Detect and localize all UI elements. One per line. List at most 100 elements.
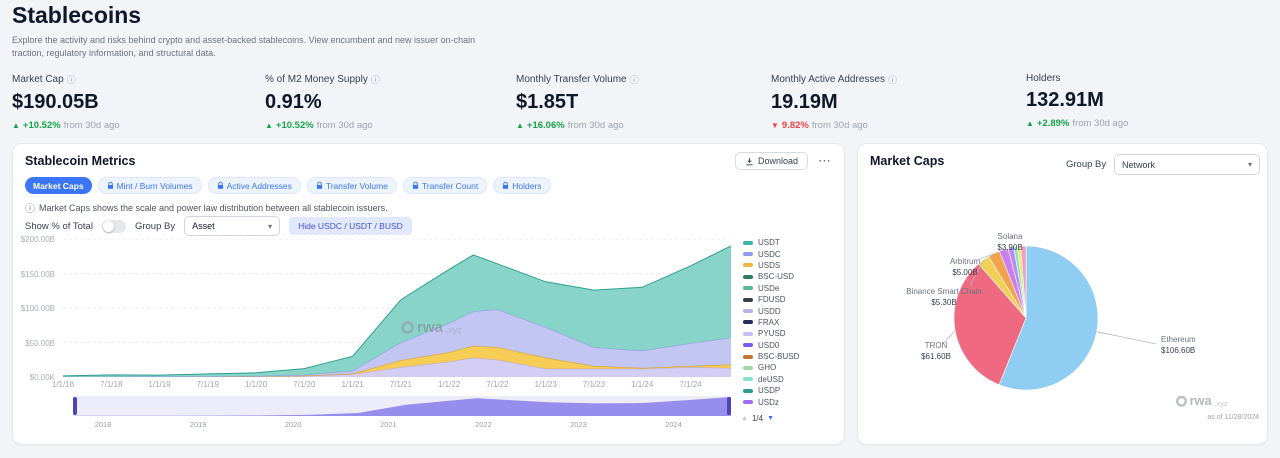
info-icon[interactable]: ⓘ xyxy=(630,73,639,86)
legend-item-usdp[interactable]: USDP xyxy=(743,385,799,396)
delta-suffix: from 30d ago xyxy=(63,120,120,131)
legend-item-bsc-usd[interactable]: BSC-USD xyxy=(743,271,799,282)
legend-color-swatch xyxy=(743,343,753,348)
legend-page-up-icon[interactable]: ▲ xyxy=(741,415,748,422)
stat-delta: ▲ +2.89% from 30d ago xyxy=(1026,118,1268,129)
delta-arrow-icon: ▲ xyxy=(1026,119,1034,128)
legend-item-usd0[interactable]: USD0 xyxy=(743,340,799,351)
legend-color-swatch xyxy=(743,354,753,359)
stat-label: Holders xyxy=(1026,73,1061,84)
legend-item-usdc[interactable]: USDC xyxy=(743,248,799,259)
more-options-button[interactable]: ⋯ xyxy=(818,153,832,169)
lock-icon xyxy=(316,181,322,189)
tab-mint-burn-volumes[interactable]: Mint / Burn Volumes xyxy=(97,177,202,194)
tab-active-addresses[interactable]: Active Addresses xyxy=(207,177,301,194)
stat-label: Monthly Active Addresses xyxy=(771,74,885,85)
pie-value-label: $61.60B xyxy=(921,352,951,361)
lock-icon xyxy=(412,181,418,189)
legend-label: USDT xyxy=(758,238,780,248)
toggle-knob xyxy=(102,220,114,232)
legend-item-usde[interactable]: USDe xyxy=(743,283,799,294)
legend-pager: ▲ 1/4 ▼ xyxy=(741,414,774,423)
show-pct-toggle[interactable] xyxy=(101,219,126,233)
legend-color-swatch xyxy=(743,331,753,336)
lock-icon xyxy=(503,181,509,189)
legend-item-usdz[interactable]: USDz xyxy=(743,396,799,407)
x-tick-label: 7/1/20 xyxy=(293,380,316,389)
legend-item-gho[interactable]: GHO xyxy=(743,362,799,373)
legend-item-frax[interactable]: FRAX xyxy=(743,317,799,328)
pie-label: Ethereum xyxy=(1161,335,1196,344)
x-tick-label: 7/1/19 xyxy=(196,380,219,389)
page-subtitle-line1: Explore the activity and risks behind cr… xyxy=(12,35,476,45)
legend-label: USDC xyxy=(758,249,781,259)
brush-year-label: 2022 xyxy=(475,420,492,429)
y-tick-label: $150.00B xyxy=(20,269,55,279)
delta-arrow-icon: ▲ xyxy=(265,121,273,130)
tab-holders[interactable]: Holders xyxy=(493,177,551,194)
tab-transfer-count[interactable]: Transfer Count xyxy=(402,177,488,194)
legend-item-usdd[interactable]: USDD xyxy=(743,305,799,316)
tab-transfer-volume[interactable]: Transfer Volume xyxy=(306,177,397,194)
legend-color-swatch xyxy=(743,252,753,257)
legend-item-fdusd[interactable]: FDUSD xyxy=(743,294,799,305)
brush-year-labels: 2018 2019 2020 2021 2022 2023 2024 xyxy=(73,420,731,430)
brush-handle-left xyxy=(73,397,77,415)
x-tick-label: 1/1/23 xyxy=(534,380,557,389)
show-pct-label: Show % of Total xyxy=(25,220,93,232)
hide-usdc-usdt-busd-button[interactable]: Hide USDC / USDT / BUSD xyxy=(289,217,412,235)
legend-item-bsc-busd[interactable]: BSC-BUSD xyxy=(743,351,799,362)
legend-label: USDz xyxy=(758,397,779,407)
delta-percent: 9.82% xyxy=(781,120,809,131)
legend-item-usdt[interactable]: USDT xyxy=(743,237,799,248)
legend-color-swatch xyxy=(743,263,753,268)
x-axis-labels: 1/1/18 7/1/18 1/1/19 7/1/19 1/1/20 7/1/20 1/1/… xyxy=(52,380,731,390)
legend-color-swatch xyxy=(743,309,753,314)
y-axis-labels: $0.00K $50.00B $100.00B $150.00B $200.00B xyxy=(13,235,59,382)
delta-percent: +10.52% xyxy=(22,120,61,131)
group-by-select[interactable]: Asset ▾ xyxy=(184,216,281,236)
legend-label: USDS xyxy=(758,260,781,270)
x-tick-label: 1/1/22 xyxy=(437,380,461,389)
delta-suffix: from 30d ago xyxy=(316,120,373,131)
stat-value: $190.05B xyxy=(12,91,99,113)
as-of-date: as of 11/28/2024 xyxy=(1207,414,1259,421)
x-tick-label: 7/1/22 xyxy=(486,380,509,389)
tab-label: Mint / Burn Volumes xyxy=(116,180,193,191)
legend-page-down-icon[interactable]: ▼ xyxy=(767,415,774,422)
stat-delta: ▼ 9.82% from 30d ago xyxy=(771,120,1026,131)
brush-year-label: 2021 xyxy=(380,420,397,429)
download-button[interactable]: Download xyxy=(734,152,808,170)
stat-value: 0.91% xyxy=(265,91,322,113)
legend-label: USDe xyxy=(758,283,780,293)
info-icon[interactable]: ⓘ xyxy=(371,73,380,86)
info-icon[interactable]: ⓘ xyxy=(67,73,76,86)
delta-suffix: from 30d ago xyxy=(811,120,868,131)
legend-item-usds[interactable]: USDS xyxy=(743,260,799,271)
rwa-logo-icon xyxy=(401,321,414,334)
x-tick-label: 7/1/23 xyxy=(582,380,606,389)
watermark-brand: rwa xyxy=(1189,394,1212,409)
legend-color-swatch xyxy=(743,297,753,302)
tab-market-caps[interactable]: Market Caps xyxy=(25,177,92,194)
pie-value-label: $106.60B xyxy=(1161,346,1195,355)
stat-delta: ▲ +10.52% from 30d ago xyxy=(265,120,516,131)
stat-value: $1.85T xyxy=(516,91,579,113)
delta-percent: +16.06% xyxy=(526,120,565,131)
stat-label: % of M2 Money Supply xyxy=(265,74,368,85)
delta-percent: +2.89% xyxy=(1036,118,1070,129)
legend-label: PYUSD xyxy=(758,329,786,339)
x-tick-label: 1/1/20 xyxy=(244,380,268,389)
legend-color-swatch xyxy=(743,365,753,370)
pie-label: Solana xyxy=(998,232,1023,241)
legend-item-pyusd[interactable]: PYUSD xyxy=(743,328,799,339)
stacked-area-chart[interactable] xyxy=(63,239,731,377)
info-icon[interactable]: ⓘ xyxy=(888,73,897,86)
page-title: Stablecoins xyxy=(12,2,142,28)
legend-color-swatch xyxy=(743,286,753,291)
x-tick-label: 1/1/19 xyxy=(148,380,171,389)
timeline-brush[interactable] xyxy=(73,396,731,416)
info-icon: ⓘ xyxy=(25,204,35,215)
legend-item-deusd[interactable]: deUSD xyxy=(743,374,799,385)
stat-card: Monthly Active Addresses ⓘ 19.19M ▼ 9.82… xyxy=(771,73,1026,131)
